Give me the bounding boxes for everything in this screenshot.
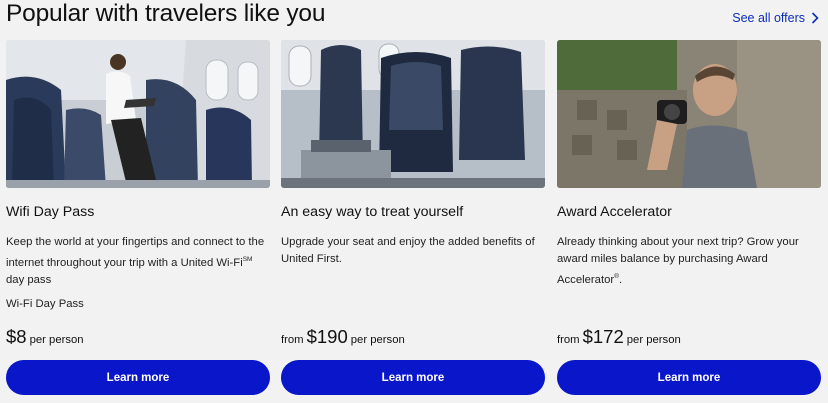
offer-card-upgrade: An easy way to treat yourself Upgrade yo… — [281, 40, 545, 398]
card-subtitle: Wi-Fi Day Pass — [6, 298, 84, 310]
first-class-seat-image — [281, 40, 545, 188]
price-unit: per person — [350, 334, 405, 346]
card-description: Keep the world at your fingertips and co… — [6, 236, 265, 286]
wifi-photo-image — [6, 40, 270, 188]
card-description: Upgrade your seat and enjoy the added be… — [281, 236, 535, 265]
card-title: Wifi Day Pass — [6, 204, 95, 220]
price-prefix: from — [281, 334, 304, 346]
card-title: An easy way to treat yourself — [281, 204, 464, 220]
card-description: Already thinking about your next trip? G… — [557, 236, 799, 286]
price-line: from $190 per person — [281, 326, 405, 348]
price-unit: per person — [29, 334, 84, 346]
price-amount: $190 — [306, 326, 348, 347]
learn-more-button[interactable]: Learn more — [281, 360, 545, 395]
price-line: $8 per person — [6, 326, 84, 348]
price-prefix: from — [557, 334, 580, 346]
chevron-right-icon — [811, 12, 819, 24]
price-unit: per person — [626, 334, 681, 346]
traveler-photo-image — [557, 40, 821, 188]
see-all-label: See all offers — [732, 11, 805, 25]
see-all-offers-link[interactable]: See all offers — [732, 11, 819, 25]
offer-card-wifi: Wifi Day Pass Keep the world at your fin… — [6, 40, 270, 398]
price-amount: $172 — [582, 326, 624, 347]
price-amount: $8 — [6, 326, 27, 347]
price-line: from $172 per person — [557, 326, 681, 348]
card-title: Award Accelerator — [557, 204, 672, 220]
offer-card-award-accelerator: Award Accelerator Already thinking about… — [557, 40, 821, 398]
learn-more-button[interactable]: Learn more — [557, 360, 821, 395]
section-title: Popular with travelers like you — [6, 0, 326, 27]
learn-more-button[interactable]: Learn more — [6, 360, 270, 395]
